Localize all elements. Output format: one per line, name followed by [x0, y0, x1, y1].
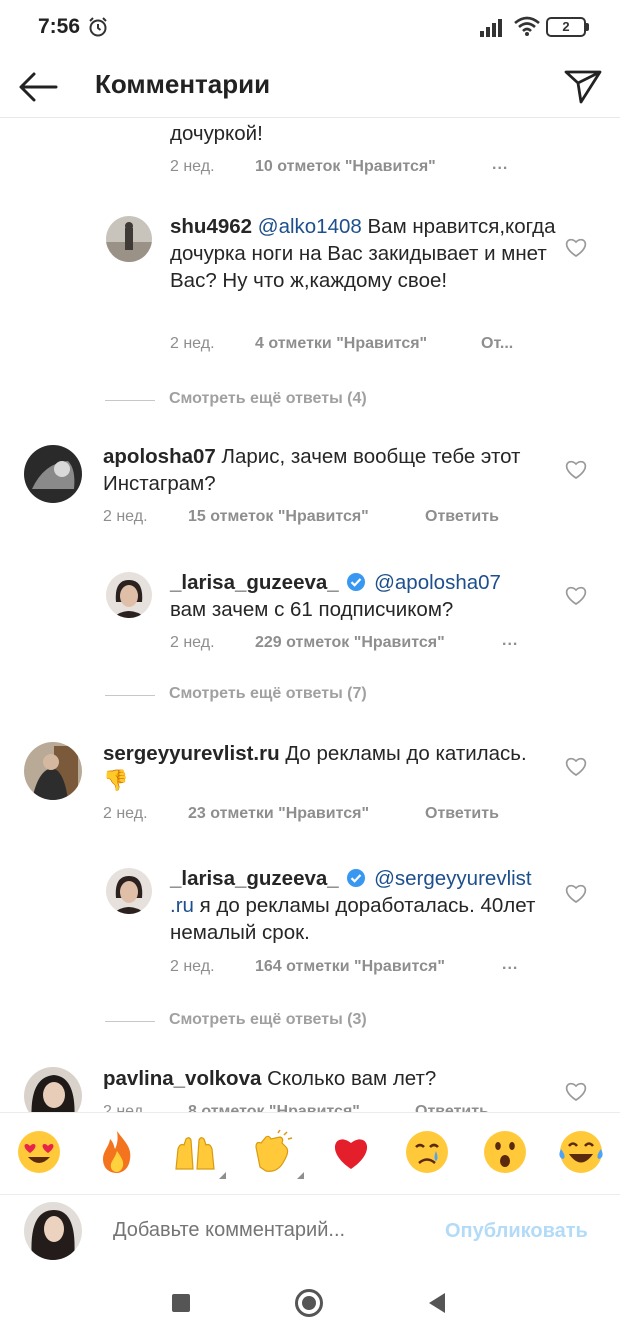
clapping-emoji-button[interactable] — [250, 1129, 304, 1179]
tears-of-joy-icon — [559, 1131, 603, 1173]
view-more-replies-label[interactable]: Смотреть ещё ответы (4) — [169, 390, 367, 408]
skin-tone-indicator — [219, 1172, 226, 1179]
likes-count-link[interactable]: 15 отметок "Нравится" — [188, 508, 369, 526]
comment-time: 2 нед. — [170, 158, 215, 175]
like-heart-icon[interactable] — [565, 1082, 587, 1102]
surprised-emoji-button[interactable] — [482, 1129, 528, 1175]
red-heart-emoji-button[interactable] — [328, 1129, 374, 1175]
status-bar: 7:56 2 — [0, 0, 620, 56]
page-title: Комментарии — [95, 69, 271, 99]
comment-input[interactable] — [113, 1219, 413, 1242]
likes-count-link[interactable]: 4 отметки "Нравится" — [255, 335, 427, 353]
alarm-icon — [89, 17, 107, 37]
system-nav-bar — [0, 1266, 620, 1343]
comment-time: 2 нед. — [170, 958, 215, 975]
comment-time: 2 нед. — [103, 508, 148, 525]
battery-indicator: 2 — [546, 17, 586, 37]
system-back-icon[interactable] — [429, 1293, 445, 1313]
wifi-icon — [514, 16, 540, 36]
replies-divider-line — [105, 400, 155, 401]
red-heart-icon — [334, 1139, 368, 1169]
like-heart-icon[interactable] — [565, 757, 587, 777]
comment-text: вам зачем с 61 подписчиком? — [170, 598, 454, 621]
avatar[interactable] — [106, 572, 152, 618]
crying-face-icon — [406, 1131, 448, 1173]
like-heart-icon[interactable] — [565, 238, 587, 258]
recents-icon[interactable] — [172, 1294, 190, 1312]
verified-badge-icon — [347, 573, 366, 591]
verified-badge-icon — [347, 869, 366, 887]
avatar[interactable] — [106, 216, 152, 262]
avatar[interactable] — [106, 868, 152, 914]
comment-text: я до рекламы доработалась. 40лет немалый… — [170, 894, 536, 944]
header: Комментарии — [0, 56, 620, 118]
publish-button[interactable]: Опубликовать — [445, 1220, 588, 1243]
send-direct-icon[interactable] — [561, 64, 605, 108]
surprised-face-icon — [484, 1131, 526, 1173]
mention-link[interactable]: @apolosha07 — [374, 571, 501, 594]
like-heart-icon[interactable] — [565, 460, 587, 480]
comment-username[interactable]: sergeyyurevlist.ru — [103, 742, 280, 765]
status-time: 7:56 — [38, 15, 81, 38]
reply-button[interactable]: Ответить — [425, 508, 499, 526]
skin-tone-indicator — [297, 1172, 304, 1179]
fire-emoji-icon — [103, 1131, 131, 1173]
comment-time: 2 нед. — [170, 634, 215, 651]
mention-link[interactable]: @alko1408 — [258, 215, 362, 238]
home-icon[interactable] — [295, 1289, 323, 1317]
current-user-avatar — [24, 1202, 82, 1260]
like-heart-icon[interactable] — [565, 586, 587, 606]
reply-button[interactable]: Ответить — [415, 1103, 489, 1112]
view-more-replies-button[interactable]: Смотреть ещё ответы (3) — [105, 1009, 505, 1033]
fire-emoji-button[interactable] — [94, 1129, 140, 1175]
signal-icon — [480, 19, 502, 37]
more-options-button[interactable]: ... — [502, 956, 518, 974]
comment-compose-bar: Опубликовать — [0, 1194, 620, 1266]
comment-username[interactable]: _larisa_guzeeva_ — [170, 867, 339, 890]
more-options-button[interactable]: ... — [502, 632, 518, 650]
reply-button[interactable]: От... — [481, 335, 513, 353]
replies-divider-line — [105, 695, 155, 696]
likes-count-link[interactable]: 164 отметки "Нравится" — [255, 958, 445, 976]
comment-text: дочуркой! — [170, 122, 263, 145]
emoji-quick-bar — [0, 1112, 620, 1194]
comment-time: 2 нед. — [103, 1103, 148, 1112]
crying-emoji-button[interactable] — [404, 1129, 450, 1175]
likes-count-link[interactable]: 10 отметок "Нравится" — [255, 158, 436, 176]
comment-username[interactable]: pavlina_volkova — [103, 1067, 261, 1090]
avatar[interactable] — [24, 742, 82, 800]
tears-of-joy-emoji-button[interactable] — [558, 1129, 604, 1175]
like-heart-icon[interactable] — [565, 884, 587, 904]
likes-count-link[interactable]: 23 отметки "Нравится" — [188, 805, 369, 823]
heart-eyes-emoji-button[interactable] — [16, 1129, 62, 1175]
view-more-replies-label[interactable]: Смотреть ещё ответы (7) — [169, 685, 367, 703]
comment-username[interactable]: _larisa_guzeeva_ — [170, 571, 339, 594]
likes-count-link[interactable]: 8 отметок "Нравится" — [188, 1103, 360, 1112]
view-more-replies-button[interactable]: Смотреть ещё ответы (7) — [105, 683, 505, 707]
comments-list[interactable]: дочуркой! 2 нед. 10 отметок "Нравится" .… — [0, 118, 620, 1112]
comment-time: 2 нед. — [170, 335, 215, 352]
raising-hands-icon — [175, 1137, 215, 1170]
thumbs-down-emoji: 👎 — [103, 769, 129, 792]
comment-text: Сколько вам лет? — [261, 1067, 437, 1090]
view-more-replies-button[interactable]: Смотреть ещё ответы (4) — [105, 388, 505, 412]
clapping-hands-icon — [255, 1129, 293, 1172]
raising-hands-emoji-button[interactable] — [172, 1129, 226, 1179]
avatar[interactable] — [24, 445, 82, 503]
battery-tip — [586, 23, 589, 31]
comment-username[interactable]: shu4962 — [170, 215, 252, 238]
likes-count-link[interactable]: 229 отметок "Нравится" — [255, 634, 445, 652]
comment-username[interactable]: apolosha07 — [103, 445, 216, 468]
view-more-replies-label[interactable]: Смотреть ещё ответы (3) — [169, 1011, 367, 1029]
comment-text: До рекламы до катилась. — [279, 742, 527, 765]
comment-time: 2 нед. — [103, 805, 148, 822]
back-arrow-icon[interactable] — [16, 65, 60, 109]
reply-button[interactable]: Ответить — [425, 805, 499, 823]
more-options-button[interactable]: ... — [492, 156, 508, 174]
replies-divider-line — [105, 1021, 155, 1022]
avatar[interactable] — [24, 1067, 82, 1112]
heart-eyes-emoji-icon — [18, 1131, 60, 1173]
